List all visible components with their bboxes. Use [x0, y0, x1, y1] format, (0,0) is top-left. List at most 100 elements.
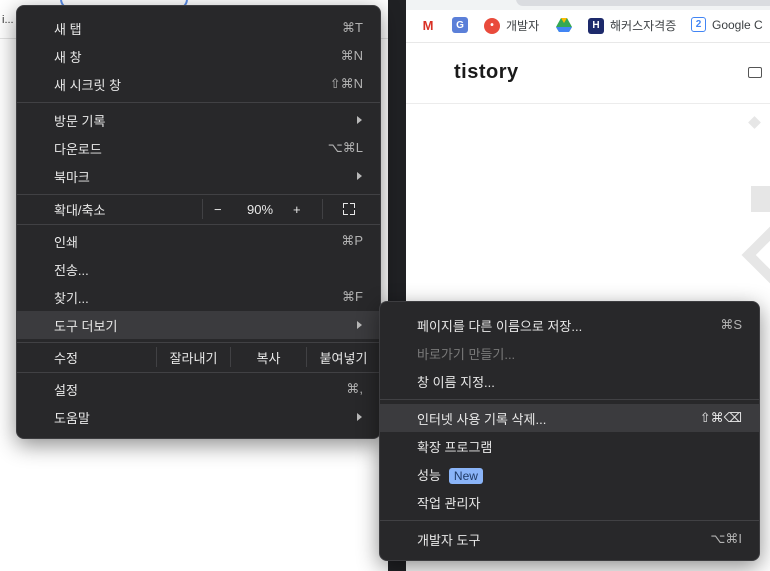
menu-item-save-page[interactable]: 페이지를 다른 이름으로 저장... ⌘S: [380, 311, 759, 339]
new-badge: New: [448, 467, 483, 484]
menu-item-label: 성능 New: [417, 465, 483, 484]
shortcut-hint: ⌘N: [340, 48, 363, 63]
bookmark-drive[interactable]: [556, 17, 578, 33]
menu-item-label: 작업 관리자: [417, 495, 481, 511]
google-translate-icon: G: [452, 17, 468, 33]
menu-item-settings[interactable]: 설정 ⌘,: [17, 375, 380, 403]
bookmark-translate[interactable]: G: [452, 17, 474, 33]
menu-item-help[interactable]: 도움말: [17, 403, 380, 431]
menu-item-new-tab[interactable]: 새 탭 ⌘T: [17, 14, 380, 42]
menu-item-label: 전송...: [54, 262, 89, 278]
red-circle-icon: •: [484, 17, 500, 34]
gmail-icon: M: [420, 17, 436, 33]
zoom-level: 90%: [247, 201, 274, 217]
shortcut-hint: ⌘,: [346, 381, 363, 396]
chrome-main-menu: 새 탭 ⌘T 새 창 ⌘N 새 시크릿 창 ⇧⌘N 방문 기록 다운로드 ⌥⌘L…: [16, 5, 381, 439]
menu-item-label: 개발자 도구: [417, 532, 481, 548]
bookmark-gmail[interactable]: M: [420, 17, 442, 33]
menu-separator: [17, 224, 380, 225]
menu-item-label: 인쇄: [54, 234, 78, 250]
menu-item-new-incognito[interactable]: 새 시크릿 창 ⇧⌘N: [17, 70, 380, 98]
menu-item-label: 확대/축소: [54, 202, 106, 218]
divider: [202, 199, 203, 219]
menu-item-clear-browsing-data[interactable]: 인터넷 사용 기록 삭제... ⇧⌘⌫: [380, 404, 759, 432]
menu-separator: [17, 372, 380, 373]
bookmark-developer[interactable]: • 개발자: [484, 17, 539, 34]
shortcut-hint: ⇧⌘N: [329, 76, 363, 91]
bookmark-hackers[interactable]: H 해커스자격증: [588, 17, 676, 34]
menu-item-name-window[interactable]: 창 이름 지정...: [380, 367, 759, 395]
bookmarks-bar: M G • 개발자 H 해커스자격증 2 Google C: [406, 10, 770, 43]
shortcut-hint: ⌘T: [342, 20, 363, 35]
paste-button[interactable]: 붙여넣기: [307, 343, 380, 371]
menu-separator: [380, 399, 759, 400]
shortcut-hint: ⌘S: [720, 317, 742, 332]
truncated-text: i...: [2, 14, 14, 26]
hackers-h-icon: H: [588, 17, 604, 34]
shortcut-hint: ⌥⌘L: [327, 140, 363, 155]
bookmark-label: Google C: [712, 17, 763, 32]
menu-item-label: 찾기...: [54, 290, 89, 306]
menu-item-extensions[interactable]: 확장 프로그램: [380, 432, 759, 460]
menu-item-label: 새 창: [54, 49, 82, 65]
menu-item-task-manager[interactable]: 작업 관리자: [380, 488, 759, 516]
menu-item-label: 확장 프로그램: [417, 439, 493, 455]
menu-item-zoom: 확대/축소 − 90% +: [17, 195, 380, 223]
menu-item-bookmarks[interactable]: 북마크: [17, 162, 380, 190]
menu-item-more-tools[interactable]: 도구 더보기: [17, 311, 380, 339]
divider: [322, 199, 323, 219]
menu-item-label: 창 이름 지정...: [417, 374, 495, 390]
menu-item-history[interactable]: 방문 기록: [17, 106, 380, 134]
menu-item-label: 인터넷 사용 기록 삭제...: [417, 411, 547, 427]
zoom-out-button[interactable]: −: [214, 202, 222, 217]
bookmark-google-calendar[interactable]: 2 Google C: [691, 17, 763, 32]
menu-item-print[interactable]: 인쇄 ⌘P: [17, 227, 380, 255]
submenu-arrow-icon: [357, 116, 362, 124]
site-header: tistory: [406, 43, 770, 104]
menu-item-label: 페이지를 다른 이름으로 저장...: [417, 318, 583, 334]
menu-item-label: 수정: [54, 350, 78, 366]
submenu-arrow-icon: [357, 172, 362, 180]
menu-item-find[interactable]: 찾기... ⌘F: [17, 283, 380, 311]
menu-item-cast[interactable]: 전송...: [17, 255, 380, 283]
menu-item-label: 바로가기 만들기...: [417, 346, 516, 362]
zoom-in-button[interactable]: +: [293, 202, 301, 217]
menu-item-new-window[interactable]: 새 창 ⌘N: [17, 42, 380, 70]
bookmark-label: 해커스자격증: [610, 19, 677, 33]
google-calendar-icon: 2: [691, 17, 706, 32]
performance-label: 성능: [417, 467, 441, 483]
more-tools-submenu: 페이지를 다른 이름으로 저장... ⌘S 바로가기 만들기... 창 이름 지…: [379, 301, 760, 561]
menu-item-label: 설정: [54, 382, 78, 398]
bookmark-label: 개발자: [506, 19, 540, 33]
fullscreen-icon[interactable]: [343, 203, 355, 215]
menu-item-label: 도움말: [54, 410, 90, 426]
shortcut-hint: ⌘F: [342, 289, 363, 304]
image-icon[interactable]: [748, 67, 762, 78]
copy-button[interactable]: 복사: [231, 343, 306, 371]
menu-item-performance[interactable]: 성능 New: [380, 460, 759, 488]
decorative-shape: [748, 116, 761, 129]
shortcut-hint: ⌥⌘I: [710, 531, 742, 546]
menu-item-downloads[interactable]: 다운로드 ⌥⌘L: [17, 134, 380, 162]
decorative-shape: [751, 186, 770, 212]
menu-item-label: 북마크: [54, 169, 90, 185]
menu-separator: [17, 102, 380, 103]
shortcut-hint: ⌘P: [341, 233, 363, 248]
menu-item-label: 새 시크릿 창: [54, 77, 122, 93]
shortcut-hint: ⇧⌘⌫: [699, 410, 742, 425]
cut-button[interactable]: 잘라내기: [157, 343, 230, 371]
address-bar[interactable]: [516, 0, 770, 6]
decorative-shape: [741, 219, 770, 291]
menu-item-create-shortcut[interactable]: 바로가기 만들기...: [380, 339, 759, 367]
submenu-arrow-icon: [357, 413, 362, 421]
browser-tabstrip: [406, 0, 770, 10]
google-drive-icon: [556, 17, 572, 33]
menu-item-label: 도구 더보기: [54, 318, 118, 334]
menu-item-label: 새 탭: [54, 21, 82, 37]
site-logo[interactable]: tistory: [454, 61, 519, 84]
menu-separator: [380, 520, 759, 521]
menu-item-label: 다운로드: [54, 141, 102, 157]
menu-item-label: 방문 기록: [54, 113, 106, 129]
submenu-arrow-icon: [357, 321, 362, 329]
menu-item-developer-tools[interactable]: 개발자 도구 ⌥⌘I: [380, 525, 759, 553]
